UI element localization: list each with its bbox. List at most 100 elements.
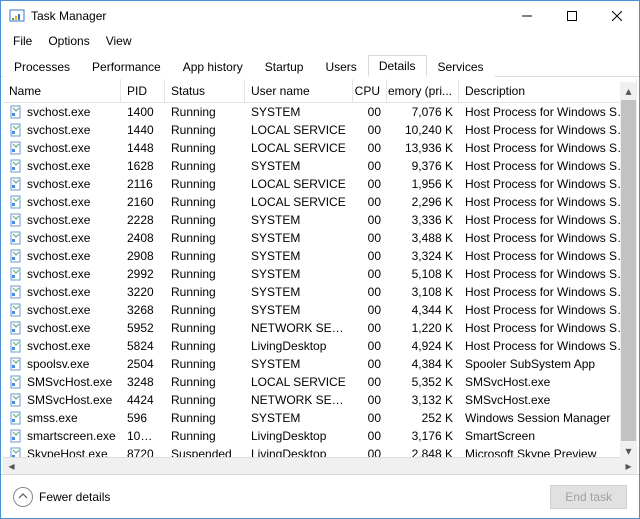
column-header-status[interactable]: Status xyxy=(165,79,245,102)
tab-app-history[interactable]: App history xyxy=(172,56,254,77)
table-row[interactable]: svchost.exe2160RunningLOCAL SERVICE002,2… xyxy=(3,193,637,211)
process-memory: 1,956 K xyxy=(387,177,459,191)
process-user: SYSTEM xyxy=(245,285,353,299)
tab-details[interactable]: Details xyxy=(368,55,427,77)
tab-startup[interactable]: Startup xyxy=(254,56,315,77)
tab-performance[interactable]: Performance xyxy=(81,56,172,77)
end-task-button[interactable]: End task xyxy=(550,485,627,509)
exe-icon xyxy=(9,177,23,191)
process-cpu: 00 xyxy=(353,141,387,155)
exe-icon xyxy=(9,375,23,389)
process-name: svchost.exe xyxy=(27,123,90,137)
task-manager-icon xyxy=(9,8,25,24)
exe-icon xyxy=(9,105,23,119)
process-user: SYSTEM xyxy=(245,267,353,281)
process-pid: 3268 xyxy=(121,303,165,317)
menu-view[interactable]: View xyxy=(98,32,140,50)
table-row[interactable]: svchost.exe2228RunningSYSTEM003,336 KHos… xyxy=(3,211,637,229)
column-header-user[interactable]: User name xyxy=(245,79,353,102)
column-header-description[interactable]: Description xyxy=(459,79,637,102)
scroll-up-icon[interactable]: ▴ xyxy=(620,82,637,99)
tab-services[interactable]: Services xyxy=(427,56,495,77)
exe-icon xyxy=(9,393,23,407)
process-name: svchost.exe xyxy=(27,321,90,335)
process-name: svchost.exe xyxy=(27,267,90,281)
table-row[interactable]: svchost.exe2408RunningSYSTEM003,488 KHos… xyxy=(3,229,637,247)
process-name: svchost.exe xyxy=(27,105,90,119)
process-user: SYSTEM xyxy=(245,213,353,227)
scrollbar-thumb[interactable] xyxy=(621,100,636,441)
scroll-left-icon[interactable]: ◂ xyxy=(3,458,20,475)
process-cpu: 00 xyxy=(353,267,387,281)
fewer-details-label: Fewer details xyxy=(39,490,110,504)
exe-icon xyxy=(9,195,23,209)
process-memory: 252 K xyxy=(387,411,459,425)
process-user: SYSTEM xyxy=(245,249,353,263)
table-row[interactable]: SkypeHost.exe8720SuspendedLivingDesktop0… xyxy=(3,445,637,457)
process-user: NETWORK SERVICE xyxy=(245,393,353,407)
table-row[interactable]: spoolsv.exe2504RunningSYSTEM004,384 KSpo… xyxy=(3,355,637,373)
column-header-memory[interactable]: Memory (pri... xyxy=(387,79,459,102)
horizontal-scrollbar[interactable]: ◂ ▸ xyxy=(3,457,637,474)
table-row[interactable]: smartscreen.exe10092RunningLivingDesktop… xyxy=(3,427,637,445)
tab-users[interactable]: Users xyxy=(314,56,367,77)
chevron-up-icon xyxy=(13,487,33,507)
process-memory: 4,344 K xyxy=(387,303,459,317)
fewer-details-button[interactable]: Fewer details xyxy=(13,487,110,507)
vertical-scrollbar[interactable]: ▴ ▾ xyxy=(620,82,637,459)
process-cpu: 00 xyxy=(353,231,387,245)
table-row[interactable]: svchost.exe1400RunningSYSTEM007,076 KHos… xyxy=(3,103,637,121)
process-status: Suspended xyxy=(165,447,245,457)
process-description: Host Process for Windows Serv xyxy=(459,213,637,227)
tab-processes[interactable]: Processes xyxy=(3,56,81,77)
menu-options[interactable]: Options xyxy=(40,32,97,50)
process-user: NETWORK SERVICE xyxy=(245,321,353,335)
exe-icon xyxy=(9,141,23,155)
process-name: SkypeHost.exe xyxy=(27,447,108,457)
process-pid: 5952 xyxy=(121,321,165,335)
process-pid: 2992 xyxy=(121,267,165,281)
table-row[interactable]: svchost.exe1448RunningLOCAL SERVICE0013,… xyxy=(3,139,637,157)
table-row[interactable]: smss.exe596RunningSYSTEM00252 KWindows S… xyxy=(3,409,637,427)
table-row[interactable]: svchost.exe5824RunningLivingDesktop004,9… xyxy=(3,337,637,355)
column-header-name[interactable]: Name xyxy=(3,79,121,102)
process-cpu: 00 xyxy=(353,393,387,407)
process-description: Windows Session Manager xyxy=(459,411,637,425)
tab-strip: Processes Performance App history Startu… xyxy=(1,51,639,77)
process-pid: 5824 xyxy=(121,339,165,353)
table-row[interactable]: svchost.exe3220RunningSYSTEM003,108 KHos… xyxy=(3,283,637,301)
process-status: Running xyxy=(165,375,245,389)
process-user: SYSTEM xyxy=(245,411,353,425)
maximize-button[interactable] xyxy=(549,2,594,31)
table-row[interactable]: svchost.exe1628RunningSYSTEM009,376 KHos… xyxy=(3,157,637,175)
process-user: LOCAL SERVICE xyxy=(245,123,353,137)
process-name: svchost.exe xyxy=(27,249,90,263)
scroll-right-icon[interactable]: ▸ xyxy=(620,458,637,475)
column-header-pid[interactable]: PID xyxy=(121,79,165,102)
table-row[interactable]: SMSvcHost.exe3248RunningLOCAL SERVICE005… xyxy=(3,373,637,391)
process-name: SMSvcHost.exe xyxy=(27,375,112,389)
minimize-button[interactable] xyxy=(504,2,549,31)
process-pid: 1628 xyxy=(121,159,165,173)
process-pid: 8720 xyxy=(121,447,165,457)
process-description: Host Process for Windows Serv xyxy=(459,177,637,191)
table-row[interactable]: svchost.exe1440RunningLOCAL SERVICE0010,… xyxy=(3,121,637,139)
process-cpu: 00 xyxy=(353,123,387,137)
process-description: Host Process for Windows Serv xyxy=(459,339,637,353)
process-memory: 4,384 K xyxy=(387,357,459,371)
table-row[interactable]: svchost.exe2116RunningLOCAL SERVICE001,9… xyxy=(3,175,637,193)
table-row[interactable]: SMSvcHost.exe4424RunningNETWORK SERVICE0… xyxy=(3,391,637,409)
table-row[interactable]: svchost.exe2908RunningSYSTEM003,324 KHos… xyxy=(3,247,637,265)
table-row[interactable]: svchost.exe3268RunningSYSTEM004,344 KHos… xyxy=(3,301,637,319)
process-status: Running xyxy=(165,321,245,335)
process-status: Running xyxy=(165,231,245,245)
scroll-down-icon[interactable]: ▾ xyxy=(620,442,637,459)
table-row[interactable]: svchost.exe5952RunningNETWORK SERVICE001… xyxy=(3,319,637,337)
table-row[interactable]: svchost.exe2992RunningSYSTEM005,108 KHos… xyxy=(3,265,637,283)
exe-icon xyxy=(9,249,23,263)
exe-icon xyxy=(9,447,23,457)
close-button[interactable] xyxy=(594,2,639,31)
column-header-cpu[interactable]: CPU xyxy=(353,79,387,102)
menu-file[interactable]: File xyxy=(5,32,40,50)
process-cpu: 00 xyxy=(353,447,387,457)
